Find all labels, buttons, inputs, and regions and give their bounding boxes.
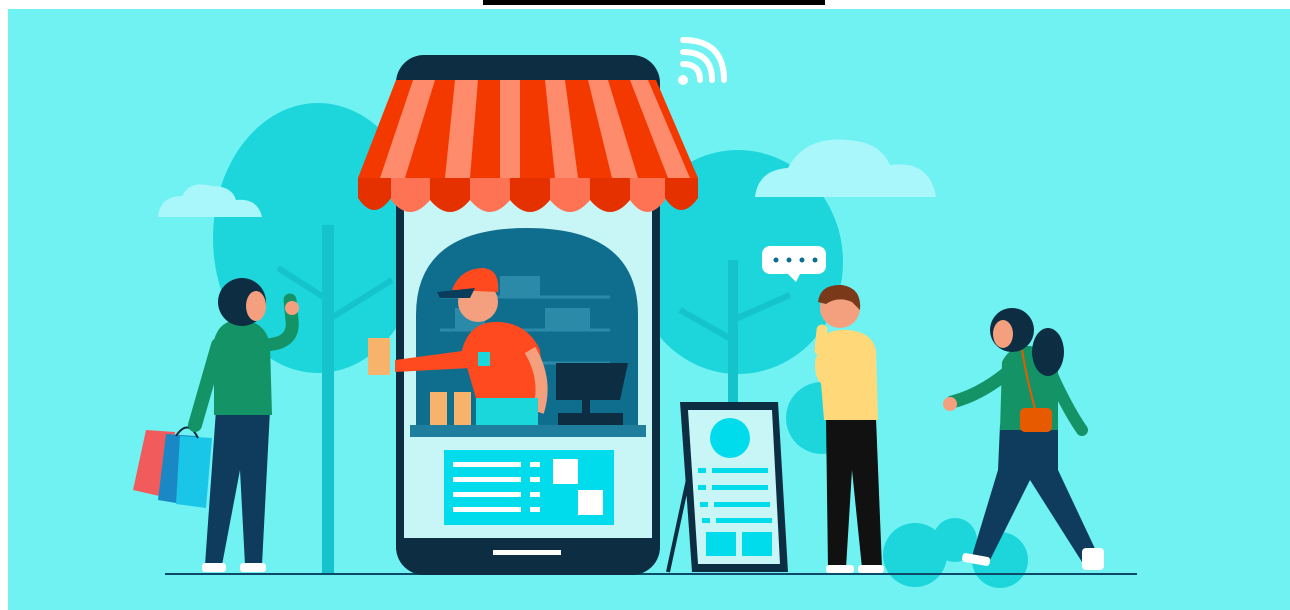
cash-register xyxy=(556,363,628,425)
sign-line xyxy=(698,468,706,473)
menu-dot xyxy=(530,477,540,482)
walker-shoe xyxy=(1082,548,1104,570)
awning-stripe xyxy=(500,80,520,178)
cup xyxy=(454,392,471,425)
menu-line xyxy=(453,462,521,467)
awning xyxy=(358,80,698,212)
sign-line xyxy=(716,518,772,523)
bubble-dot xyxy=(799,257,805,263)
top-bar xyxy=(483,0,825,5)
awning-scallops xyxy=(358,178,698,212)
sign-line xyxy=(700,502,708,507)
cashier-apron xyxy=(476,398,538,425)
bubble-dot xyxy=(773,257,779,263)
phone-storefront xyxy=(358,55,698,575)
woman-face xyxy=(246,291,266,321)
walker-face xyxy=(993,320,1013,348)
woman-shoe xyxy=(202,563,226,572)
walker-bag xyxy=(1020,408,1052,432)
woman-shoe xyxy=(240,563,266,572)
register-base xyxy=(558,413,623,425)
sign-line xyxy=(714,502,770,507)
product xyxy=(500,276,540,296)
walker-hair-bun xyxy=(1032,328,1064,376)
cup xyxy=(430,392,447,425)
shop-counter xyxy=(410,425,646,437)
online-shop-illustration xyxy=(8,0,1290,610)
man-hand-to-chin xyxy=(814,324,828,356)
bag-cyan xyxy=(176,436,212,508)
sign-box xyxy=(742,532,772,556)
menu-square xyxy=(578,490,603,515)
woman-hand xyxy=(285,301,299,315)
man-shoe xyxy=(858,565,884,573)
sign-box xyxy=(706,532,736,556)
man-shoe xyxy=(826,565,854,573)
sign-line xyxy=(698,485,706,490)
sign-line xyxy=(702,518,710,523)
product xyxy=(545,308,590,329)
product-box xyxy=(368,338,390,375)
wifi-dot xyxy=(678,75,688,85)
menu-dot xyxy=(530,507,540,512)
tree-left-trunk xyxy=(322,225,334,575)
sign-line xyxy=(712,468,768,473)
bubble-dot xyxy=(812,257,818,263)
menu-square xyxy=(553,459,578,484)
bubble-dot xyxy=(786,257,792,263)
home-indicator xyxy=(493,550,561,555)
sign-circle xyxy=(710,418,750,458)
walker-hand xyxy=(943,397,957,411)
cashier-badge xyxy=(478,352,490,366)
woman-torso xyxy=(214,319,272,415)
menu-line xyxy=(453,492,521,497)
sign-line xyxy=(712,485,768,490)
illustration-frame xyxy=(0,0,1290,610)
menu-line xyxy=(453,477,521,482)
menu-dot xyxy=(530,462,540,467)
menu-line xyxy=(453,507,521,512)
menu-dot xyxy=(530,492,540,497)
register-screen xyxy=(556,363,628,400)
